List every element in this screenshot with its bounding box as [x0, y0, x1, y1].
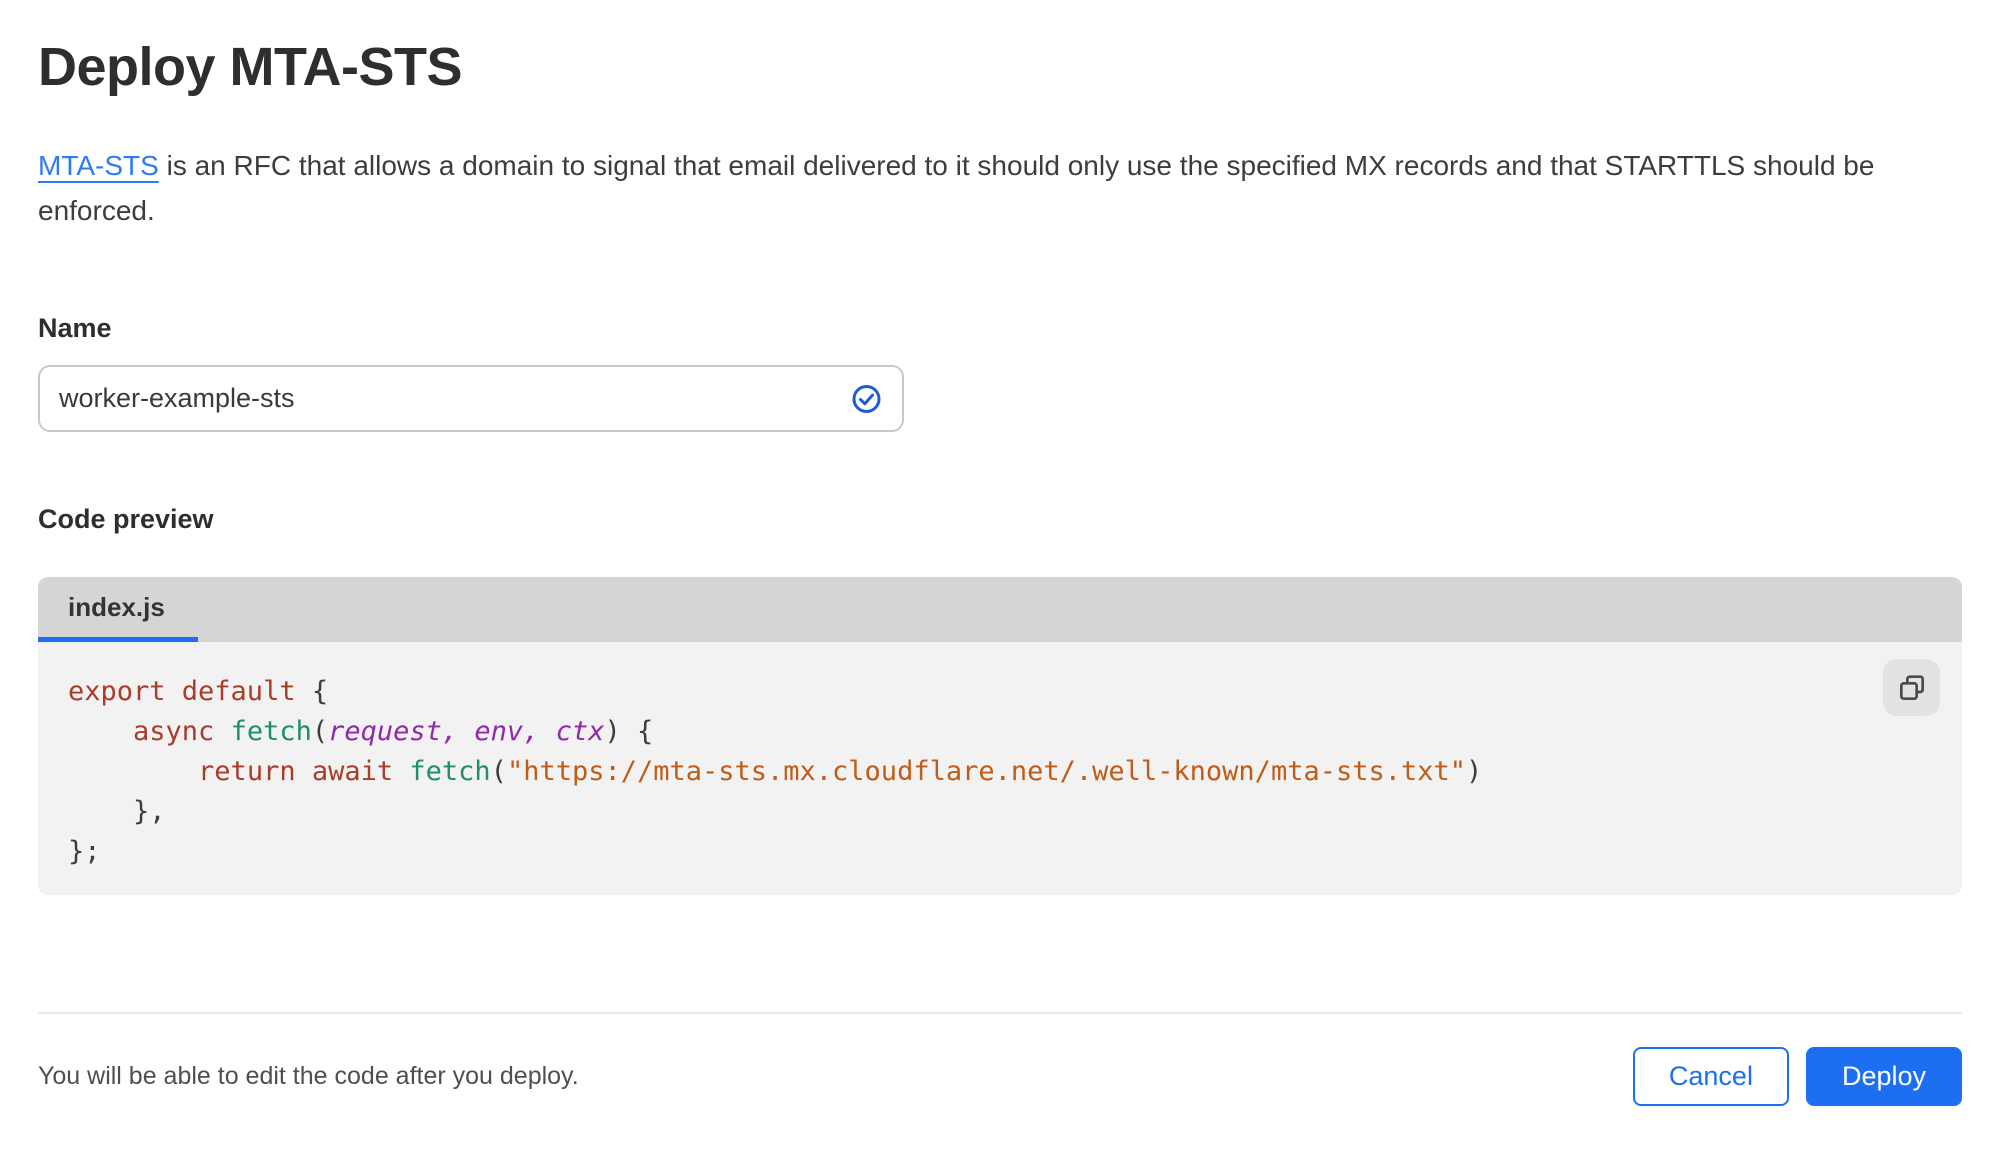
footer-note: You will be able to edit the code after …: [38, 1062, 579, 1090]
code-tab-bar: index.js: [38, 577, 1962, 642]
name-input-wrap: [38, 365, 904, 432]
tab-index-js[interactable]: index.js: [38, 577, 198, 642]
mta-sts-link[interactable]: MTA-STS: [38, 150, 159, 181]
copy-icon: [1899, 674, 1924, 700]
copy-button[interactable]: [1883, 659, 1940, 716]
code-block: export default { async fetch(request, en…: [68, 676, 1483, 867]
description-text: is an RFC that allows a domain to signal…: [38, 150, 1875, 226]
name-input[interactable]: [38, 365, 904, 432]
description: MTA-STS is an RFC that allows a domain t…: [38, 143, 1928, 233]
name-label: Name: [38, 313, 112, 343]
tab-label: index.js: [68, 591, 165, 622]
footer-actions: Cancel Deploy: [1632, 1047, 1962, 1106]
page-title: Deploy MTA-STS: [38, 37, 463, 97]
footer-divider: [38, 1012, 1962, 1014]
check-circle-icon: [852, 384, 881, 413]
deploy-button[interactable]: Deploy: [1805, 1047, 1962, 1106]
deploy-mta-sts-page: Deploy MTA-STS MTA-STS is an RFC that al…: [0, 36, 1999, 1106]
footer: You will be able to edit the code after …: [38, 1047, 1962, 1106]
code-area: export default { async fetch(request, en…: [38, 642, 1962, 895]
cancel-button[interactable]: Cancel: [1632, 1047, 1789, 1106]
code-preview-label: Code preview: [38, 504, 214, 534]
code-preview-container: index.js export default { async fetch(re…: [38, 577, 1962, 895]
